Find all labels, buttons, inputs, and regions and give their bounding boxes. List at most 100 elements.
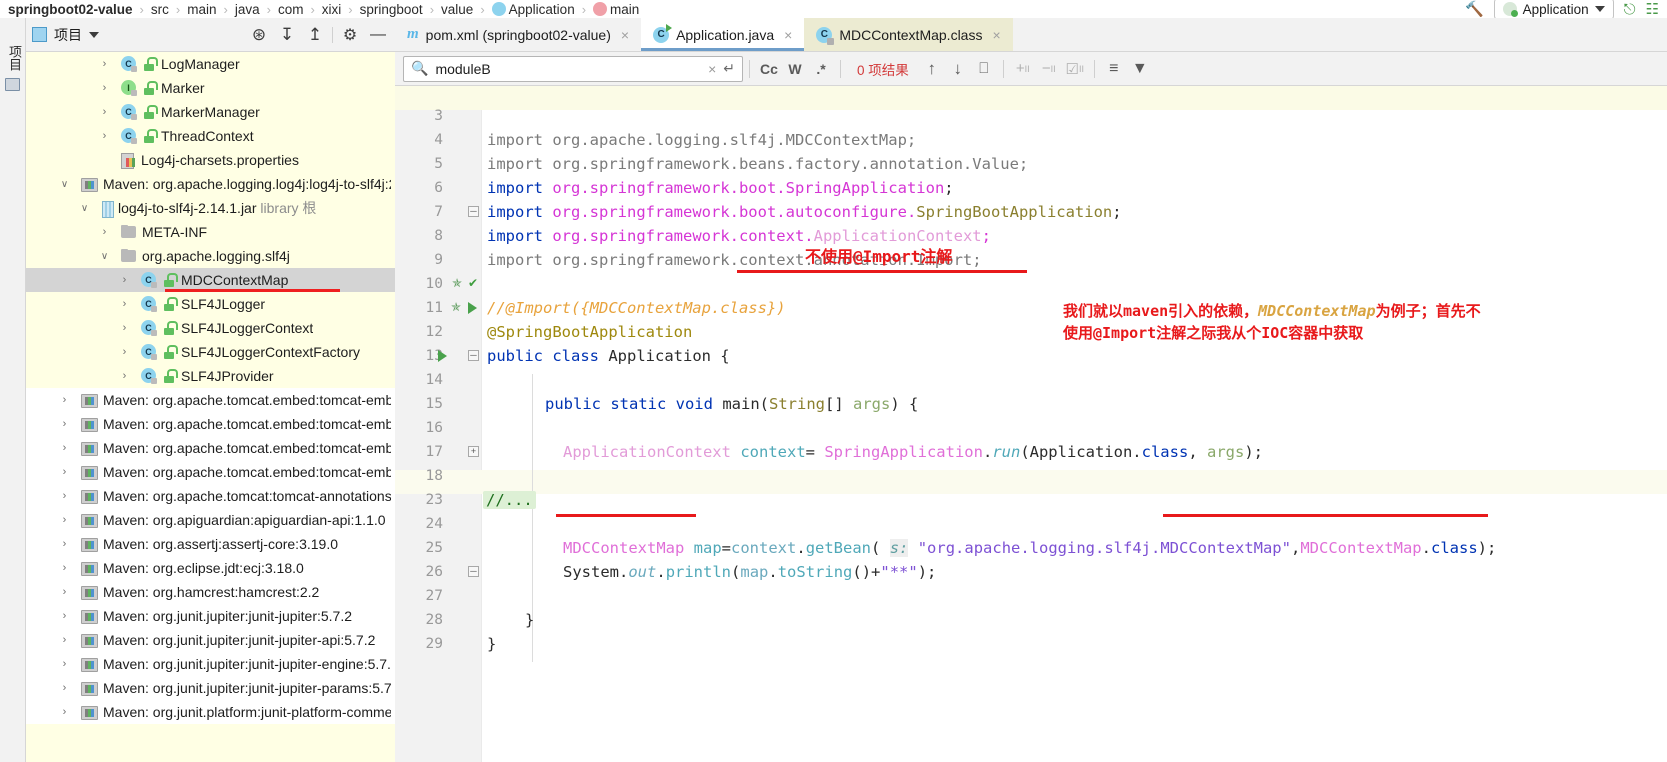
tree-row[interactable]: › Maven: org.apache.tomcat:tomcat-annotat… — [26, 484, 395, 508]
breadcrumb-item-application[interactable]: Application — [490, 1, 577, 17]
tree-row[interactable]: › C SLF4JProvider — [26, 364, 395, 388]
tree-row[interactable]: › C SLF4JLogger — [26, 292, 395, 316]
chevron-right-icon[interactable]: › — [118, 298, 131, 310]
tree-row[interactable]: › Maven: org.junit.jupiter:junit-jupiter:… — [26, 604, 395, 628]
code-lines[interactable]: 3 import org.apache.logging.slf4j.MDCCon… — [395, 86, 1667, 762]
chevron-right-icon[interactable]: › — [58, 658, 71, 670]
chevron-right-icon[interactable]: › — [58, 610, 71, 622]
chevron-right-icon[interactable]: › — [58, 562, 71, 574]
search-input[interactable]: 🔍 moduleB × ↵ — [403, 55, 743, 82]
breadcrumb-item-com[interactable]: com — [276, 2, 306, 17]
chevron-right-icon[interactable]: › — [58, 586, 71, 598]
tree-row[interactable]: › Maven: org.junit.platform:junit-platfor… — [26, 700, 395, 724]
breadcrumb-item-main-method[interactable]: main — [591, 1, 641, 17]
database-icon[interactable]: ☷ — [1646, 0, 1659, 18]
chevron-right-icon[interactable]: › — [58, 490, 71, 502]
close-icon[interactable]: × — [784, 27, 792, 43]
code-fold-icon[interactable]: ─ — [468, 350, 479, 361]
chevron-right-icon[interactable]: › — [118, 346, 131, 358]
chevron-right-icon[interactable]: › — [58, 682, 71, 694]
tab-mdccontextmap-class[interactable]: C MDCContextMap.class × — [804, 18, 1013, 51]
locate-icon[interactable]: ⊛ — [248, 24, 270, 46]
breadcrumb-item-src[interactable]: src — [149, 2, 171, 17]
tree-row[interactable]: › Maven: org.eclipse.jdt:ecj:3.18.0 — [26, 556, 395, 580]
chevron-right-icon[interactable]: › — [58, 442, 71, 454]
breadcrumb-item-java[interactable]: java — [233, 2, 262, 17]
tree-row[interactable]: › C MarkerManager — [26, 100, 395, 124]
tree-row[interactable]: › Maven: org.apache.tomcat.embed:tomcat-e… — [26, 460, 395, 484]
tree-row[interactable]: › META-INF — [26, 220, 395, 244]
clear-icon[interactable]: × — [708, 61, 716, 77]
prev-match-icon[interactable]: ↑ — [919, 56, 945, 82]
debug-icon[interactable]: ⎋ — [1624, 1, 1636, 18]
settings-gear-icon[interactable]: ⚙ — [339, 24, 361, 46]
match-case-toggle[interactable]: Cc — [756, 56, 782, 82]
chevron-down-icon[interactable]: ∨ — [98, 251, 111, 262]
spring-config-icon[interactable]: ✔ — [468, 276, 478, 290]
collapse-all-icon[interactable]: ↥ — [304, 24, 326, 46]
tree-row[interactable]: › C LogManager — [26, 52, 395, 76]
tree-row[interactable]: › Maven: org.apiguardian:apiguardian-api:… — [26, 508, 395, 532]
chevron-right-icon[interactable]: › — [58, 514, 71, 526]
tree-row[interactable]: › Maven: org.junit.jupiter:junit-jupiter-… — [26, 652, 395, 676]
tree-row[interactable]: › Maven: org.apache.tomcat.embed:tomcat-e… — [26, 388, 395, 412]
breadcrumb-item-project[interactable]: springboot02-value — [6, 2, 135, 17]
tab-application-java[interactable]: C Application.java × — [641, 18, 805, 51]
chevron-right-icon[interactable]: › — [118, 370, 131, 382]
remove-occurrence-icon[interactable]: − II — [1036, 56, 1062, 82]
breadcrumb-item-value[interactable]: value — [439, 2, 475, 17]
code-fold-icon[interactable]: ─ — [468, 566, 479, 577]
project-panel-title[interactable]: 项目 — [32, 25, 99, 45]
next-match-icon[interactable]: ↓ — [945, 56, 971, 82]
run-configuration-selector[interactable]: Application — [1493, 0, 1614, 18]
run-gutter-icon[interactable] — [468, 302, 477, 314]
code-fold-expand-icon[interactable]: + — [468, 446, 479, 457]
words-toggle[interactable]: W — [782, 56, 808, 82]
build-hammer-icon[interactable]: 🔨 — [1465, 0, 1484, 18]
close-icon[interactable]: × — [992, 27, 1000, 43]
tree-row[interactable]: › C ThreadContext — [26, 124, 395, 148]
tree-row[interactable]: › Maven: org.hamcrest:hamcrest:2.2 — [26, 580, 395, 604]
chevron-down-icon[interactable] — [89, 31, 99, 38]
tree-row[interactable]: ∨ org.apache.logging.slf4j — [26, 244, 395, 268]
close-icon[interactable]: × — [621, 27, 629, 43]
chevron-right-icon[interactable]: › — [118, 274, 131, 286]
chevron-right-icon[interactable]: › — [98, 226, 111, 238]
run-gutter-icon[interactable] — [438, 350, 447, 362]
tree-row[interactable]: › C SLF4JLoggerContext — [26, 316, 395, 340]
chevron-right-icon[interactable]: › — [58, 706, 71, 718]
structure-icon[interactable] — [5, 78, 20, 91]
chevron-right-icon[interactable]: › — [98, 106, 111, 118]
expand-all-icon[interactable]: ↧ — [276, 24, 298, 46]
tree-row[interactable]: › I Marker — [26, 76, 395, 100]
tree-row[interactable]: Log4j-charsets.properties — [26, 148, 395, 172]
breadcrumb-item-xixi[interactable]: xixi — [320, 2, 344, 17]
chevron-right-icon[interactable]: › — [118, 322, 131, 334]
tree-row[interactable]: › Maven: org.junit.jupiter:junit-jupiter-… — [26, 676, 395, 700]
search-history-icon[interactable]: ↵ — [723, 60, 735, 77]
chevron-down-icon[interactable]: ∨ — [78, 203, 91, 214]
chevron-down-icon[interactable]: ∨ — [58, 179, 71, 190]
tree-row[interactable]: ∨ Maven: org.apache.logging.log4j:log4j-t… — [26, 172, 395, 196]
filter-icon[interactable]: ▼ — [1127, 56, 1153, 82]
hide-panel-icon[interactable]: — — [367, 24, 389, 46]
chevron-right-icon[interactable]: › — [98, 130, 111, 142]
chevron-right-icon[interactable]: › — [58, 394, 71, 406]
add-occurrence-icon[interactable]: + II — [1010, 56, 1036, 82]
spring-bean-icon[interactable]: ✯ — [451, 300, 461, 314]
code-fold-icon[interactable]: ─ — [468, 206, 479, 217]
code-editor[interactable]: 3 import org.apache.logging.slf4j.MDCCon… — [395, 86, 1667, 762]
chevron-right-icon[interactable]: › — [58, 466, 71, 478]
tree-row[interactable]: › C SLF4JLoggerContextFactory — [26, 340, 395, 364]
tree-row[interactable]: › Maven: org.junit.jupiter:junit-jupiter-… — [26, 628, 395, 652]
tree-row[interactable]: › Maven: org.apache.tomcat.embed:tomcat-e… — [26, 412, 395, 436]
chevron-right-icon[interactable]: › — [98, 58, 111, 70]
spring-bean-icon[interactable]: ✯ — [452, 276, 462, 290]
tree-row[interactable]: ∨ log4j-to-slf4j-2.14.1.jar library 根 — [26, 196, 395, 220]
filter-list-icon[interactable]: ≡ — [1101, 56, 1127, 82]
chevron-right-icon[interactable]: › — [98, 82, 111, 94]
project-tree[interactable]: › C LogManager › I Marker › C MarkerManager › C Thr… — [26, 52, 395, 762]
tab-pom-xml[interactable]: m pom.xml (springboot02-value) × — [395, 18, 641, 51]
tree-row[interactable]: › Maven: org.apache.tomcat.embed:tomcat-e… — [26, 436, 395, 460]
chevron-right-icon[interactable]: › — [58, 634, 71, 646]
